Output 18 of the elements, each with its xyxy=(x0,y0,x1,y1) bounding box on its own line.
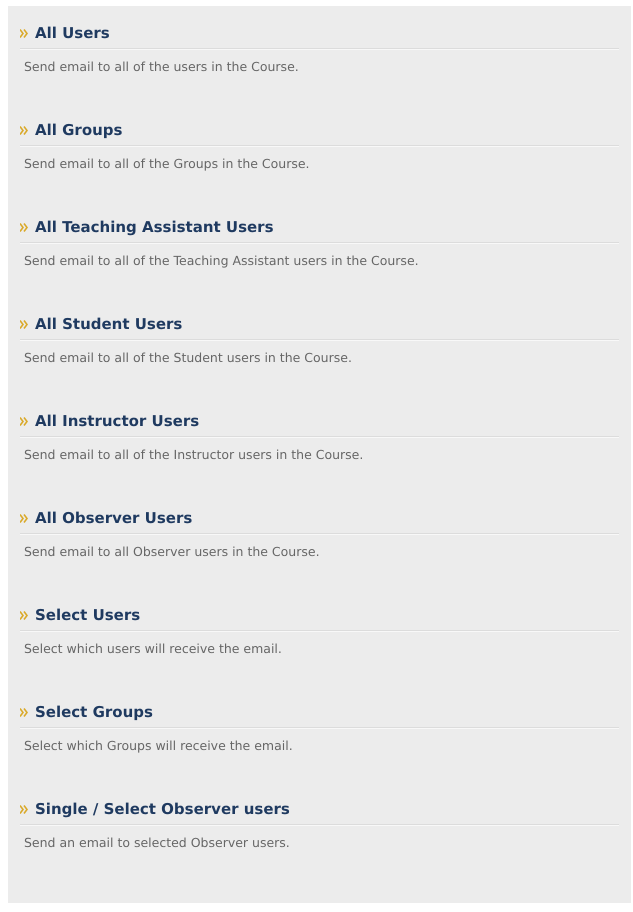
option-link[interactable]: Select Groups xyxy=(35,703,153,721)
option-link[interactable]: All Groups xyxy=(35,121,122,139)
option-description: Send email to all of the users in the Course. xyxy=(24,59,300,74)
option-description: Select which Groups will receive the email. xyxy=(24,738,294,753)
option-link[interactable]: All Teaching Assistant Users xyxy=(35,218,274,236)
option-description: Send email to all of the Groups in the Course. xyxy=(24,156,311,171)
option-description: Send email to all Observer users in the Course. xyxy=(24,544,321,559)
option-description: Send email to all of the Student users in the Course. xyxy=(24,350,353,365)
option-link[interactable]: All Student Users xyxy=(35,315,182,333)
option-link[interactable]: All Users xyxy=(35,24,110,42)
option-link[interactable]: Select Users xyxy=(35,606,140,624)
option-description: Select which users will receive the email. xyxy=(24,641,283,656)
option-description: Send email to all of the Instructor users in the Course. xyxy=(24,447,364,462)
option-link[interactable]: All Instructor Users xyxy=(35,412,200,430)
option-link[interactable]: All Observer Users xyxy=(35,509,192,527)
option-link[interactable]: Single / Select Observer users xyxy=(35,800,290,818)
option-description: Send an email to selected Observer users. xyxy=(24,835,291,850)
option-description: Send email to all of the Teaching Assistant users in the Course. xyxy=(24,253,420,268)
